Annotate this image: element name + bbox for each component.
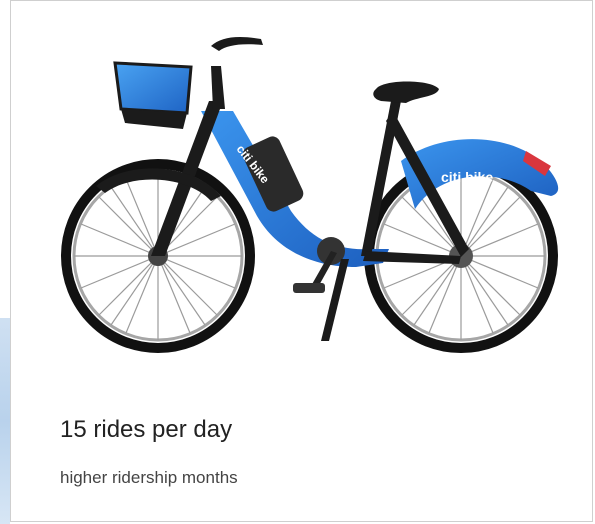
front-basket <box>113 61 193 115</box>
ridership-subtitle: higher ridership months <box>60 468 238 487</box>
rear-fender-logo: citi bike <box>441 169 493 185</box>
ridership-card: citi bike citi bike 15 rides per day hig… <box>10 0 593 522</box>
pedal <box>293 283 325 293</box>
page: citi bike citi bike 15 rides per day hig… <box>0 0 595 524</box>
bike-seat <box>373 81 439 103</box>
background-panel <box>0 318 10 524</box>
ridership-title: 15 rides per day <box>60 416 233 443</box>
bike-photo: citi bike citi bike <box>61 37 559 353</box>
handlebar-stem <box>211 66 225 109</box>
handlebar <box>211 37 263 51</box>
